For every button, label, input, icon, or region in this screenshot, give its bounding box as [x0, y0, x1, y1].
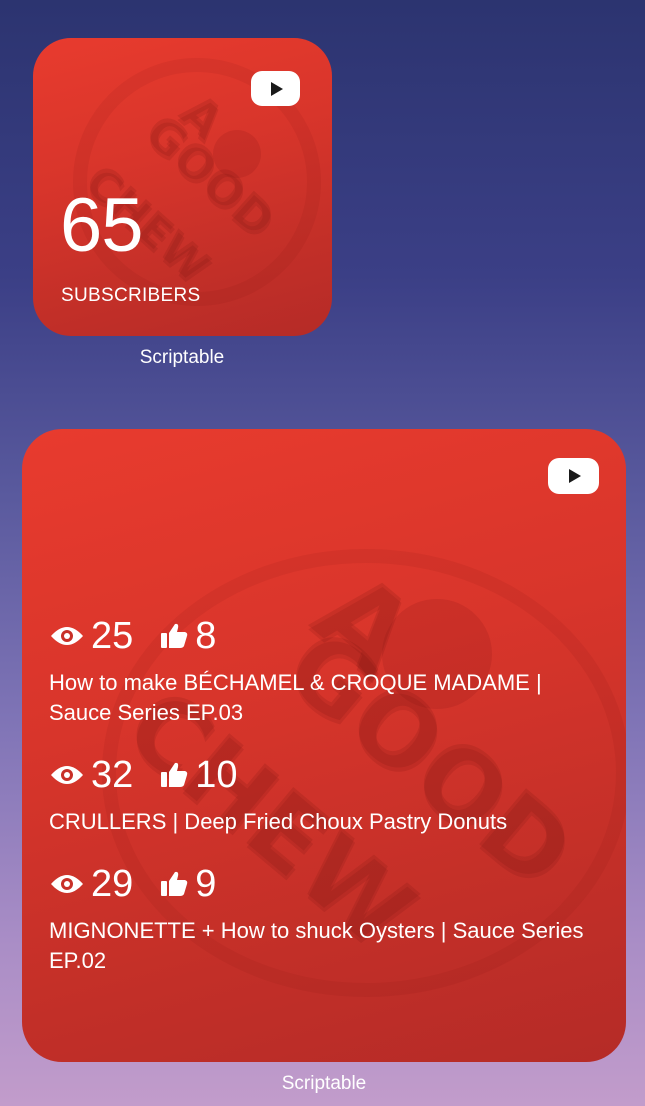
youtube-icon [251, 71, 300, 106]
like-count-value: 8 [195, 615, 217, 657]
video-title: How to make BÉCHAMEL & CROQUE MADAME | S… [49, 670, 542, 725]
subscriber-label: SUBSCRIBERS [61, 285, 201, 306]
video-item[interactable]: 25 8 How to make BÉCHAMEL & CROQUE MADAM… [49, 612, 609, 728]
video-stats: 25 8 [49, 612, 609, 660]
like-count-value: 10 [195, 754, 238, 796]
video-title: CRULLERS | Deep Fried Choux Pastry Donut… [49, 809, 508, 834]
like-count: 9 [159, 862, 216, 906]
view-count: 32 [49, 753, 133, 797]
eye-icon [51, 875, 83, 893]
video-stats: 32 10 [49, 751, 609, 799]
eye-icon [51, 766, 83, 784]
view-count: 25 [49, 614, 133, 658]
subscriber-count: 65 [60, 183, 144, 268]
view-count-value: 32 [91, 754, 134, 796]
video-stats: 29 9 [49, 860, 609, 908]
eye-icon [51, 627, 83, 645]
thumbs-up-icon [161, 762, 188, 787]
youtube-icon [548, 458, 599, 494]
view-count-value: 25 [91, 615, 134, 657]
app-label-large: Scriptable [281, 1073, 367, 1094]
thumbs-up-icon [161, 623, 188, 648]
subscriber-widget[interactable]: A GOOD CHEW 65 SUBSCRIBERS [33, 38, 332, 336]
video-title: MIGNONETTE + How to shuck Oysters | Sauc… [49, 918, 584, 973]
view-count: 29 [49, 862, 133, 906]
videos-widget[interactable]: A GOOD CHEW 25 8 How to make BÉCHAMEL & … [22, 429, 626, 1062]
app-label-small: Scriptable [139, 347, 225, 368]
video-list: 25 8 How to make BÉCHAMEL & CROQUE MADAM… [49, 612, 609, 999]
view-count-value: 29 [91, 863, 134, 905]
like-count: 8 [159, 614, 216, 658]
video-item[interactable]: 29 9 MIGNONETTE + How to shuck Oysters |… [49, 860, 609, 976]
thumbs-up-icon [161, 871, 188, 896]
like-count: 10 [159, 753, 238, 797]
like-count-value: 9 [195, 863, 217, 905]
video-item[interactable]: 32 10 CRULLERS | Deep Fried Choux Pastry… [49, 751, 609, 837]
